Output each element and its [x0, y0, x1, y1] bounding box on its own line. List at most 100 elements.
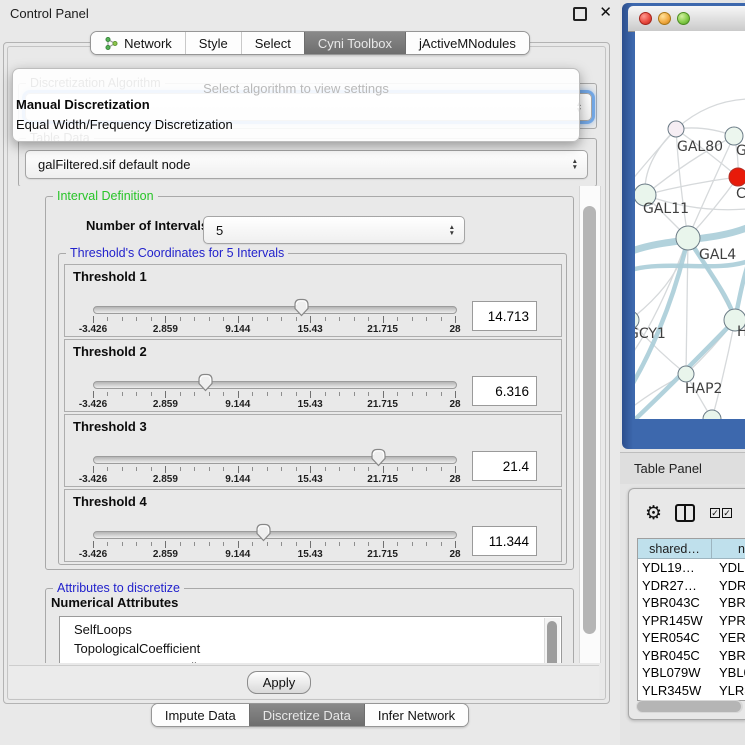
- table-row[interactable]: YER054CYER0: [638, 629, 745, 647]
- threshold-1-slider-handle[interactable]: [293, 298, 310, 317]
- threshold-2-value-field[interactable]: 6.316: [472, 376, 537, 406]
- table-row[interactable]: YLR345WYLR3: [638, 682, 745, 700]
- threshold-2-slider-handle[interactable]: [197, 373, 214, 392]
- network-edge[interactable]: [635, 129, 676, 186]
- network-node-gal80[interactable]: [668, 121, 684, 137]
- table-row[interactable]: YBL079WYBL0: [638, 664, 745, 682]
- attributes-scrollbar[interactable]: [544, 618, 560, 663]
- tab-impute-data[interactable]: Impute Data: [152, 704, 249, 726]
- slider-tick: [325, 392, 326, 396]
- tab-select[interactable]: Select: [241, 32, 304, 54]
- network-edge[interactable]: [676, 99, 745, 129]
- checkbox-icon[interactable]: ✓: [710, 508, 720, 518]
- split-columns-icon[interactable]: [675, 504, 695, 522]
- threshold-3-slider-track[interactable]: [93, 456, 457, 464]
- network-canvas[interactable]: GAL80GACGAL11GAL4GCY1HHAP2: [635, 31, 745, 419]
- network-icon: [104, 36, 119, 51]
- slider-tick-label: 21.715: [367, 399, 398, 410]
- attribute-item-selfloops[interactable]: SelfLoops: [60, 620, 561, 639]
- apply-button[interactable]: Apply: [247, 671, 311, 694]
- zoom-traffic-light[interactable]: [677, 12, 690, 25]
- slider-tick: [238, 466, 239, 473]
- slider-tick: [107, 542, 108, 546]
- attribute-item-topologicalcoefficient[interactable]: TopologicalCoefficient: [60, 639, 561, 658]
- slider-tick: [354, 392, 355, 396]
- slider-tick: [194, 317, 195, 321]
- slider-tick-label: 28: [449, 324, 460, 335]
- scrollbar-thumb[interactable]: [583, 206, 596, 634]
- network-node-gal4[interactable]: [676, 226, 700, 250]
- network-node-c[interactable]: [729, 168, 745, 186]
- table-horizontal-scrollbar[interactable]: [636, 700, 743, 713]
- algorithm-option-manual-discretization[interactable]: Manual Discretization: [16, 97, 150, 112]
- slider-tick: [165, 466, 166, 473]
- slider-tick: [223, 467, 224, 471]
- slider-tick-label: 28: [449, 549, 460, 560]
- tab-jactivemnodules[interactable]: jActiveMNodules: [405, 32, 529, 54]
- node-label-hap2: HAP2: [685, 381, 722, 397]
- table-row[interactable]: YBR043CYBR0: [638, 594, 745, 612]
- numerical-attributes-list[interactable]: SelfLoopsTopologicalCoefficientBetweenne…: [59, 616, 562, 663]
- scrollbar-thumb[interactable]: [637, 701, 741, 712]
- tab-network[interactable]: Network: [91, 32, 185, 54]
- slider-tick: [325, 542, 326, 546]
- float-window-icon[interactable]: [573, 7, 587, 21]
- slider-tick-label: 28: [449, 399, 460, 410]
- tab-style[interactable]: Style: [185, 32, 241, 54]
- network-node-unlabeled[interactable]: [703, 410, 721, 419]
- tab-cyni-toolbox[interactable]: Cyni Toolbox: [304, 32, 405, 54]
- network-node-hap2[interactable]: [678, 366, 694, 382]
- close-traffic-light[interactable]: [639, 12, 652, 25]
- network-edge[interactable]: [645, 177, 738, 195]
- table-row[interactable]: YBR045CYBR0: [638, 647, 745, 665]
- slider-tick: [209, 317, 210, 321]
- table-row[interactable]: YDR27…YDR2: [638, 577, 745, 595]
- table-panel-toolbar: ⚙ ✓ ✓: [629, 489, 745, 537]
- tab-discretize-data[interactable]: Discretize Data: [249, 704, 364, 726]
- slider-tick-label: -3.426: [79, 399, 107, 410]
- slider-tick-label: 15.43: [298, 324, 323, 335]
- column-header-shared-name[interactable]: shared…: [638, 539, 712, 559]
- close-icon[interactable]: ✕: [599, 3, 612, 21]
- slider-tick-label: 9.144: [225, 399, 250, 410]
- table-data-combo[interactable]: galFiltered.sif default node ▲▼: [25, 150, 588, 179]
- table-row[interactable]: YPR145WYPR1: [638, 612, 745, 630]
- slider-tick: [107, 317, 108, 321]
- attribute-item-betweennesscentrality[interactable]: BetweennessCentrality: [60, 658, 561, 663]
- threshold-1-value-field[interactable]: 14.713: [472, 301, 537, 331]
- cell-name: YER0: [712, 630, 745, 645]
- settings-gear-icon[interactable]: ⚙: [645, 504, 662, 523]
- threshold-3-slider-handle[interactable]: [370, 448, 387, 467]
- network-edge[interactable]: [686, 238, 688, 374]
- slider-tick: [136, 467, 137, 471]
- slider-tick-label: -3.426: [79, 324, 107, 335]
- slider-tick: [441, 317, 442, 321]
- network-graph[interactable]: GAL80GACGAL11GAL4GCY1HHAP2: [635, 31, 745, 419]
- settings-vertical-scrollbar[interactable]: [579, 186, 601, 663]
- slider-tick: [151, 317, 152, 321]
- slider-tick: [426, 392, 427, 396]
- threshold-4-value-field[interactable]: 11.344: [472, 526, 537, 556]
- network-edge[interactable]: [635, 238, 688, 361]
- algorithm-option-equal-width-frequency-discretization[interactable]: Equal Width/Frequency Discretization: [16, 117, 233, 132]
- threshold-3-value-field[interactable]: 21.4: [472, 451, 537, 481]
- slider-tick: [354, 317, 355, 321]
- threshold-4-slider-track[interactable]: [93, 531, 457, 539]
- slider-tick: [368, 317, 369, 321]
- slider-tick: [267, 317, 268, 321]
- checkbox-icon[interactable]: ✓: [722, 508, 732, 518]
- slider-tick: [296, 542, 297, 546]
- combo-spinner-icon: ▲▼: [572, 159, 578, 170]
- tab-infer-network[interactable]: Infer Network: [364, 704, 468, 726]
- threshold-label: Threshold 4: [73, 494, 147, 509]
- slider-tick: [281, 317, 282, 321]
- threshold-2-slider-track[interactable]: [93, 381, 457, 389]
- table-row[interactable]: YDL19…YDL1: [638, 559, 745, 577]
- number-of-intervals-combo[interactable]: 5 ▲▼: [203, 216, 465, 244]
- threshold-1-slider-track[interactable]: [93, 306, 457, 314]
- slider-tick: [455, 316, 456, 323]
- threshold-4-slider-handle[interactable]: [255, 523, 272, 542]
- slider-tick: [310, 541, 311, 548]
- minimize-traffic-light[interactable]: [658, 12, 671, 25]
- column-header-name[interactable]: n: [712, 539, 745, 559]
